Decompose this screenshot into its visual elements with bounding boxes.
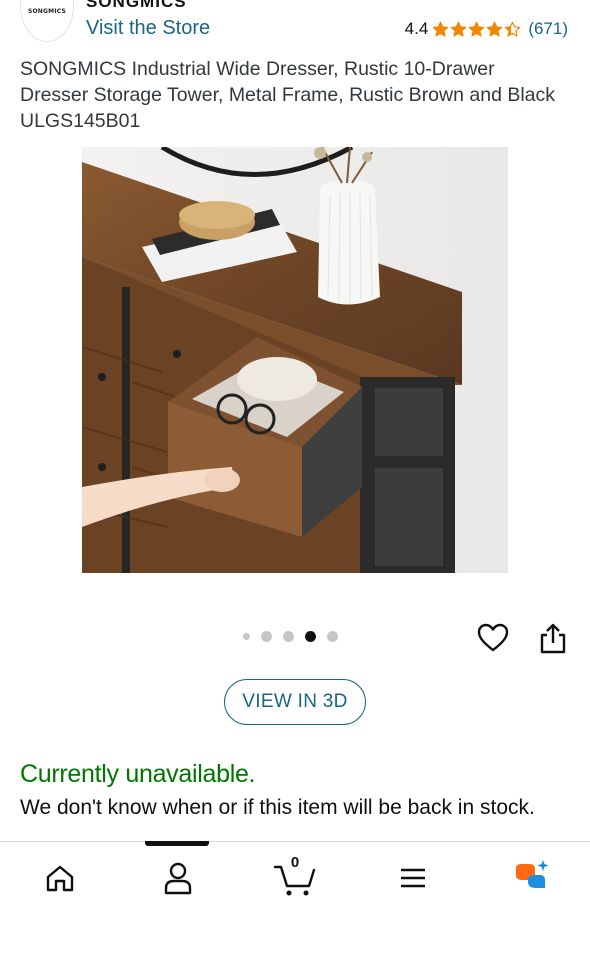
heart-icon <box>477 623 509 652</box>
person-icon <box>164 862 192 895</box>
menu-icon <box>401 868 425 888</box>
carousel-dot[interactable] <box>305 631 316 642</box>
nav-menu[interactable] <box>389 856 437 900</box>
rating-summary[interactable]: 4.4 (671) <box>405 19 568 39</box>
bottom-navigation: 0 <box>0 841 590 961</box>
dresser-photo <box>82 147 508 573</box>
cart-count: 0 <box>290 854 300 871</box>
share-icon <box>540 623 566 654</box>
store-logo[interactable]: SONGMICS <box>20 0 74 42</box>
rating-value: 4.4 <box>404 19 429 38</box>
product-title: SONGMICS Industrial Wide Dresser, Rustic… <box>20 58 556 132</box>
nav-account[interactable] <box>154 856 202 900</box>
share-button[interactable] <box>536 621 570 655</box>
home-icon <box>46 865 74 892</box>
nav-home[interactable] <box>36 856 84 900</box>
product-image[interactable] <box>82 147 508 573</box>
carousel-dot[interactable] <box>283 631 294 642</box>
star-icon <box>486 21 503 37</box>
carousel-dot[interactable] <box>327 631 338 642</box>
rating-count[interactable]: (671) <box>528 19 568 39</box>
wishlist-heart-button[interactable] <box>476 621 510 655</box>
star-icon <box>432 21 449 37</box>
star-icon <box>468 21 485 37</box>
star-rating <box>432 21 521 38</box>
star-icon <box>504 21 521 37</box>
carousel-dot[interactable] <box>261 631 272 642</box>
active-tab-indicator <box>145 841 209 846</box>
store-logo-text: SONGMICS <box>27 8 66 15</box>
view-in-3d-button[interactable]: VIEW IN 3D <box>224 679 366 725</box>
star-icon <box>450 21 467 37</box>
availability-message: We don't know when or if this item will … <box>20 796 535 819</box>
carousel-dots[interactable] <box>243 631 338 642</box>
availability-status: Currently unavailable. <box>20 760 256 788</box>
carousel-dot[interactable] <box>243 633 250 640</box>
nav-cart[interactable]: 0 <box>271 854 319 900</box>
nav-rufus[interactable] <box>506 856 554 900</box>
brand-name: SONGMICS <box>86 0 187 11</box>
visit-store-link[interactable]: Visit the Store <box>86 17 210 40</box>
rufus-icon <box>516 860 549 888</box>
product-page: SONGMICS SONGMICS Visit the Store 4.4 (6… <box>0 0 590 842</box>
